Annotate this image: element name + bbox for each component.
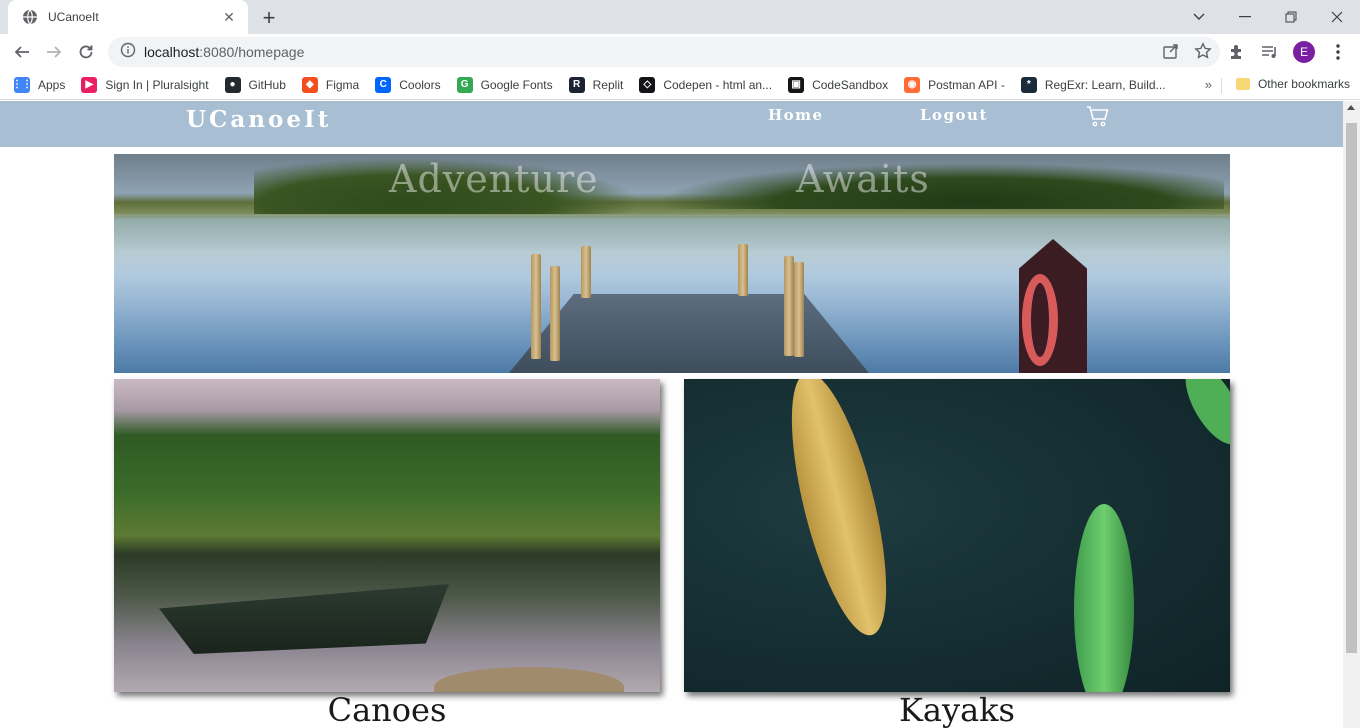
hero-lifebuoy bbox=[1022, 274, 1058, 366]
browser-tab[interactable]: UCanoeIt ✕ bbox=[8, 0, 248, 34]
bookmark-star-icon[interactable] bbox=[1194, 42, 1212, 65]
new-tab-button[interactable]: + bbox=[258, 5, 280, 30]
bookmark-item[interactable]: R Replit bbox=[568, 76, 624, 93]
regexr-icon: * bbox=[1020, 76, 1037, 93]
minimize-button[interactable] bbox=[1222, 0, 1268, 34]
bookmark-label: Sign In | Pluralsight bbox=[105, 77, 209, 92]
postman-icon: ◉ bbox=[904, 76, 921, 93]
reading-list-icon[interactable] bbox=[1256, 38, 1284, 66]
canoe-boat bbox=[159, 584, 449, 654]
green-kayak-edge bbox=[1174, 379, 1230, 453]
bookmark-label: CodeSandbox bbox=[812, 77, 889, 92]
kayaks-label[interactable]: Kayaks bbox=[684, 691, 1230, 728]
canoes-label[interactable]: Canoes bbox=[114, 691, 660, 728]
omnibox-actions bbox=[1162, 42, 1212, 65]
site-info-icon[interactable] bbox=[120, 42, 136, 63]
toolbar-right: E bbox=[1222, 38, 1352, 66]
url-host: localhost bbox=[144, 44, 200, 60]
kayaks-card-image[interactable] bbox=[684, 379, 1230, 692]
extensions-puzzle-icon[interactable] bbox=[1222, 38, 1250, 66]
tab-title: UCanoeIt bbox=[48, 10, 99, 24]
dock-post bbox=[550, 266, 560, 361]
codesandbox-icon: ▣ bbox=[788, 76, 805, 93]
restore-button[interactable] bbox=[1268, 0, 1314, 34]
bookmark-label: Replit bbox=[592, 77, 624, 92]
page-viewport: UCanoeIt Home Logout Adventure Awaits Ca… bbox=[0, 101, 1360, 728]
dock-post bbox=[738, 244, 748, 296]
bookmark-item[interactable]: * RegExr: Learn, Build... bbox=[1020, 76, 1166, 93]
bookmarks-separator bbox=[1221, 78, 1222, 94]
folder-icon bbox=[1235, 78, 1250, 90]
url-path: :8080/homepage bbox=[199, 44, 305, 60]
url-text[interactable]: localhost:8080/homepage bbox=[144, 44, 304, 60]
reload-icon[interactable] bbox=[70, 36, 102, 68]
replit-icon: R bbox=[568, 76, 585, 93]
other-bookmarks-label: Other bookmarks bbox=[1257, 77, 1350, 91]
tab-search-icon[interactable] bbox=[1176, 0, 1222, 34]
shore-rock bbox=[434, 667, 624, 692]
yellow-kayak bbox=[772, 379, 906, 644]
coolors-icon: C bbox=[375, 76, 392, 93]
scroll-up-arrow-icon[interactable] bbox=[1347, 105, 1355, 110]
bookmark-label: Apps bbox=[38, 77, 66, 92]
brand-logo[interactable]: UCanoeIt bbox=[186, 106, 331, 133]
page-scrollbar[interactable] bbox=[1343, 101, 1360, 728]
bookmark-label: GitHub bbox=[248, 77, 286, 92]
bookmark-item[interactable]: ▶ Sign In | Pluralsight bbox=[81, 76, 209, 93]
bookmark-item[interactable]: ● GitHub bbox=[224, 76, 286, 93]
bookmarks-overflow-icon[interactable]: » bbox=[1205, 77, 1212, 92]
hero-word-1: Adventure bbox=[389, 157, 599, 201]
codepen-icon: ◇ bbox=[639, 76, 656, 93]
pluralsight-icon: ▶ bbox=[81, 76, 98, 93]
bookmark-label: Coolors bbox=[399, 77, 441, 92]
bookmarks-bar: ⋮⋮ Apps ▶ Sign In | Pluralsight ● GitHub ◆ Figm… bbox=[0, 70, 1360, 100]
more-menu-icon[interactable] bbox=[1324, 38, 1352, 66]
canoes-card-image[interactable] bbox=[114, 379, 660, 692]
github-icon: ● bbox=[224, 76, 241, 93]
tab-strip: UCanoeIt ✕ + bbox=[0, 0, 1360, 34]
cart-icon[interactable] bbox=[1086, 104, 1110, 133]
hero-dock bbox=[509, 294, 869, 373]
profile-avatar[interactable]: E bbox=[1290, 38, 1318, 66]
nav-logout-link[interactable]: Logout bbox=[920, 106, 988, 124]
close-window-button[interactable] bbox=[1314, 0, 1360, 34]
bookmark-label: Google Fonts bbox=[480, 77, 553, 92]
bookmark-item[interactable]: ⋮⋮ Apps bbox=[12, 76, 66, 93]
bookmark-item[interactable]: ◆ Figma bbox=[301, 76, 360, 93]
google-fonts-icon: G bbox=[456, 76, 473, 93]
forward-arrow-icon[interactable] bbox=[38, 36, 70, 68]
bookmark-label: Postman API - bbox=[928, 77, 1005, 92]
dock-post bbox=[531, 254, 541, 359]
address-bar[interactable]: localhost:8080/homepage bbox=[108, 37, 1220, 67]
bookmark-item[interactable]: C Coolors bbox=[375, 76, 441, 93]
browser-toolbar: localhost:8080/homepage E bbox=[0, 34, 1360, 70]
avatar-letter: E bbox=[1293, 41, 1315, 63]
hero-forest-far bbox=[664, 164, 1224, 209]
window-controls bbox=[1176, 0, 1360, 34]
bookmark-item[interactable]: G Google Fonts bbox=[456, 76, 553, 93]
close-tab-icon[interactable]: ✕ bbox=[220, 8, 238, 26]
back-arrow-icon[interactable] bbox=[6, 36, 38, 68]
bookmark-item[interactable]: ▣ CodeSandbox bbox=[788, 76, 889, 93]
bookmark-item[interactable]: ◉ Postman API - bbox=[904, 76, 1005, 93]
bookmark-label: Figma bbox=[325, 77, 360, 92]
bookmark-label: Codepen - html an... bbox=[663, 77, 773, 92]
site-navbar: UCanoeIt Home Logout bbox=[0, 101, 1343, 147]
bookmark-item[interactable]: ◇ Codepen - html an... bbox=[639, 76, 773, 93]
dock-post bbox=[581, 246, 591, 298]
figma-icon: ◆ bbox=[301, 76, 318, 93]
scroll-thumb[interactable] bbox=[1346, 123, 1357, 653]
green-kayak bbox=[1074, 504, 1134, 692]
hero-word-2: Awaits bbox=[796, 157, 930, 201]
apps-grid-icon: ⋮⋮ bbox=[12, 76, 32, 93]
nav-home-link[interactable]: Home bbox=[768, 106, 824, 124]
other-bookmarks-folder[interactable]: Other bookmarks bbox=[1235, 77, 1350, 91]
dock-post bbox=[784, 256, 794, 356]
dock-post bbox=[794, 262, 804, 357]
globe-icon bbox=[22, 9, 38, 25]
hero-banner: Adventure Awaits bbox=[114, 154, 1230, 373]
share-icon[interactable] bbox=[1162, 42, 1180, 65]
bookmark-label: RegExr: Learn, Build... bbox=[1044, 77, 1166, 92]
